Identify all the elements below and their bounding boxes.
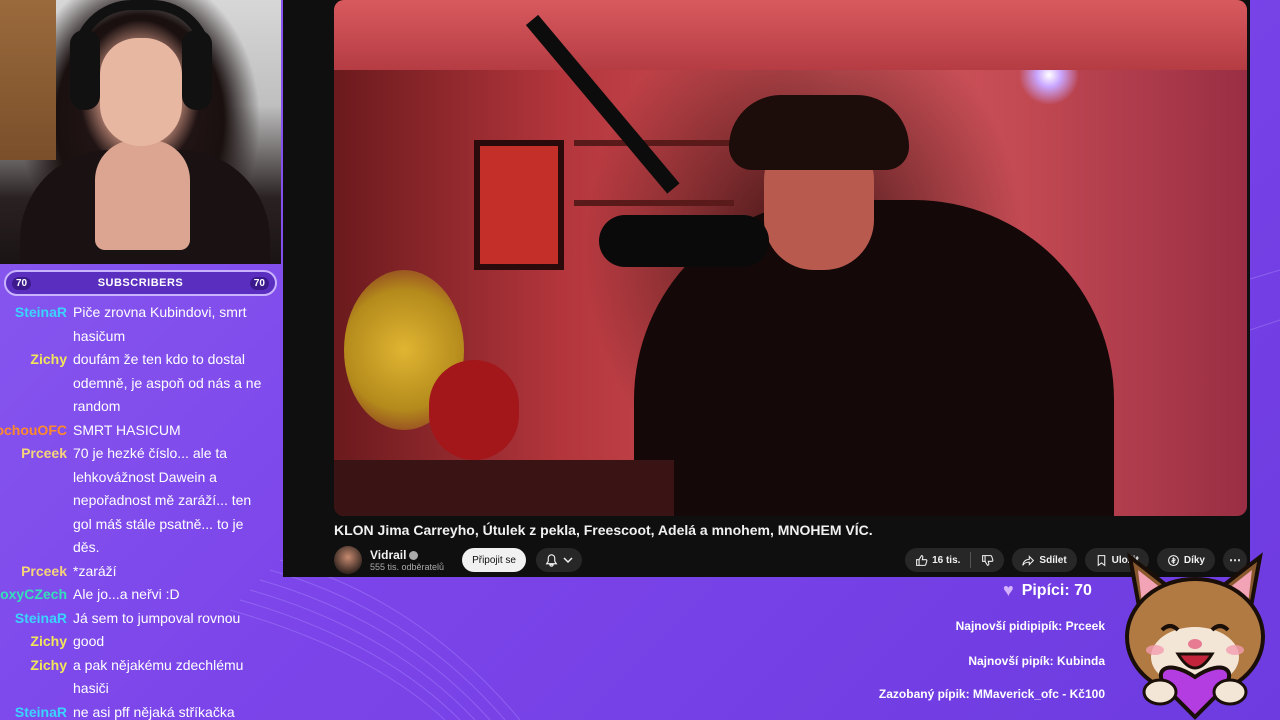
channel-subscribers: 555 tis. odběratelů [370, 562, 445, 572]
channel-avatar[interactable] [334, 546, 362, 574]
video-microphone [599, 215, 769, 267]
video-desk [334, 460, 674, 516]
thumbs-down-icon [982, 554, 994, 566]
chat-text: good [73, 633, 105, 649]
pipici-counter: ♥ Pipíci: 70 [1003, 580, 1092, 601]
video-wall-frame [474, 140, 564, 270]
video-vase [429, 360, 519, 460]
subscribers-title: SUBSCRIBERS [97, 277, 184, 289]
like-count[interactable]: 16 tis. [932, 555, 960, 566]
channel-name-row: Vidrail [370, 548, 444, 562]
chat-message: Zichy a pak nějakému zdechlému hasiči [0, 654, 282, 701]
subscribers-count-right: 70 [249, 276, 269, 290]
chat-username[interactable]: MochouOFC [0, 419, 67, 443]
chat-username[interactable]: SteinaR [0, 607, 67, 631]
channel-info: Vidrail 555 tis. odběratelů [370, 548, 444, 572]
headphones-right [182, 30, 212, 110]
pipici-label: Pipíci: 70 [1021, 581, 1092, 599]
like-dislike-group: 16 tis. [905, 548, 1005, 572]
verified-icon [409, 550, 419, 560]
chat-username[interactable]: Prceek [0, 442, 67, 560]
chat-message: Zichy doufám že ten kdo to dostal odemně,… [0, 348, 282, 419]
bell-icon [545, 553, 558, 567]
chat-text: 70 je hezké číslo... ale ta lehkovážnost… [73, 445, 252, 555]
notification-bell-button[interactable] [535, 548, 582, 572]
chat-message: SteinaR ne asi pff nějaká stříkačka [0, 701, 282, 720]
chat-username[interactable]: Zichy [0, 654, 67, 701]
chat-username[interactable]: SteinaR [0, 301, 67, 348]
cat-mascot-icon [1125, 552, 1265, 720]
dislike-button[interactable] [981, 554, 1004, 567]
webcam-door [0, 0, 56, 160]
video-title: KLON Jima Carreyho, Útulek z pekla, Free… [334, 522, 873, 538]
video-shelf [574, 140, 734, 146]
webcam-feed [0, 0, 281, 264]
chat-message: Prceek *zaráží [0, 560, 282, 584]
subscribers-count-left: 70 [12, 276, 32, 290]
chat-username[interactable]: Zichy [0, 630, 67, 654]
chevron-down-icon [563, 557, 573, 564]
like-divider [970, 552, 972, 568]
chat-text: ne asi pff nějaká stříkačka [73, 703, 235, 720]
channel-name[interactable]: Vidrail [370, 548, 406, 562]
thumbs-up-icon[interactable] [915, 554, 928, 567]
newest-pipik: Najnovší pipík: Kubinda [968, 654, 1105, 668]
chat-username[interactable]: SteinaR [0, 701, 67, 720]
subscribers-bar: 70 SUBSCRIBERS 70 [4, 270, 277, 296]
webcam-streamer-neck [95, 140, 190, 250]
chat-text: SMRT HASICUM [73, 421, 181, 438]
bookmark-icon [1097, 554, 1105, 566]
share-arrow-icon [1022, 554, 1035, 566]
chat-message: Zichy good [0, 630, 282, 654]
join-button[interactable]: Připojit se [462, 548, 526, 572]
youtube-video-panel: KLON Jima Carreyho, Útulek z pekla, Free… [283, 0, 1250, 577]
heart-icon: ♥ [1003, 580, 1014, 600]
chat-username[interactable]: Prceek [0, 560, 67, 584]
chat-text: Piče zrovna Kubindovi, smrt hasičum [73, 304, 247, 344]
webcam-streamer-face [100, 38, 182, 146]
chat-username[interactable]: FoxyCZech [0, 583, 67, 607]
chat-username[interactable]: Zichy [0, 348, 67, 419]
video-player[interactable] [334, 0, 1247, 516]
chat-message: MochouOFC SMRT HASICUM [0, 419, 282, 443]
chat-text: *zaráží [73, 562, 117, 579]
headphones-left [70, 30, 100, 110]
newest-pidipipik: Najnovší pidipipík: Prceek [955, 619, 1105, 633]
share-label: Sdílet [1039, 554, 1067, 566]
chat-text: a pak nějakému zdechlému hasiči [73, 656, 244, 697]
paid-pipik: Zazobaný pípik: MMaverick_ofc - Kč100 [878, 687, 1105, 701]
chat-text: doufám že ten kdo to dostal odemně, je a… [73, 351, 262, 414]
chat-list: SteinaR Piče zrovna Kubindovi, smrt hasič… [0, 301, 282, 720]
video-presenter-hat [729, 95, 909, 170]
chat-message: Prceek 70 je hezké číslo... ale ta lehkov… [0, 442, 282, 560]
share-button[interactable]: Sdílet [1012, 548, 1077, 572]
chat-message: SteinaR Piče zrovna Kubindovi, smrt hasič… [0, 301, 282, 348]
video-ceiling [334, 0, 1247, 70]
video-shelf [574, 200, 734, 206]
chat-message: SteinaR Já sem to jumpoval rovnou [0, 607, 282, 631]
chat-text: Ale jo...a neřvi :D [73, 586, 180, 602]
chat-text: Já sem to jumpoval rovnou [73, 609, 241, 626]
chat-message: FoxyCZech Ale jo...a neřvi :D [0, 583, 282, 607]
